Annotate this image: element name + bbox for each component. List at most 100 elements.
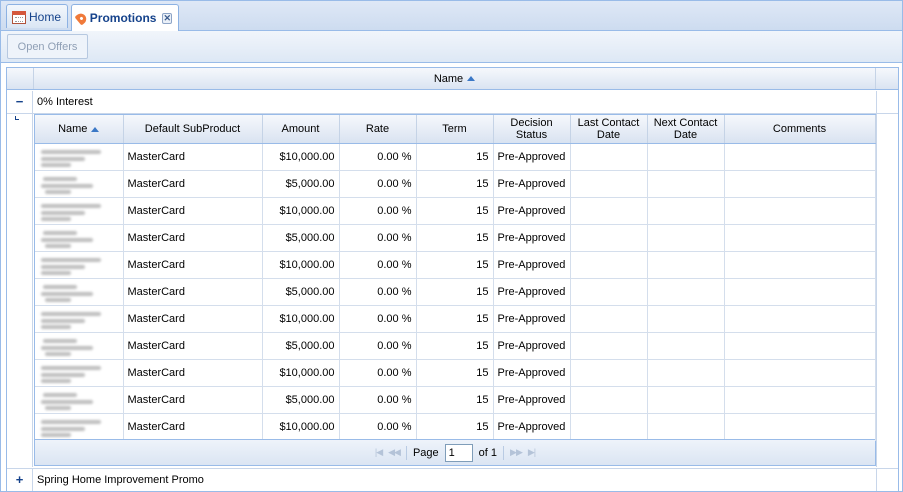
cell-name <box>35 359 124 387</box>
cell-subproduct: MasterCard <box>123 278 263 306</box>
cell-name <box>35 332 124 360</box>
offers-grid: Name Default SubProduct Amount Rate Term… <box>34 114 876 466</box>
cell-amount: $10,000.00 <box>262 251 340 279</box>
cell-last <box>570 251 648 279</box>
previous-page-icon[interactable]: ◀◀ <box>388 447 401 458</box>
next-page-icon[interactable]: ▶▶ <box>510 447 523 458</box>
cell-amount: $5,000.00 <box>262 386 340 414</box>
cell-term: 15 <box>416 170 494 198</box>
table-row[interactable]: MasterCard $5,000.00 0.00 % 15 Pre-Approved <box>35 386 876 414</box>
cell-rate: 0.00 % <box>339 386 417 414</box>
cell-status: Pre-Approved <box>493 278 571 306</box>
cell-last <box>570 332 648 360</box>
cell-next <box>647 170 725 198</box>
redacted-name <box>39 281 121 303</box>
expand-icon[interactable]: + <box>7 469 33 491</box>
cell-term: 15 <box>416 224 494 252</box>
cell-next <box>647 386 725 414</box>
column-header-term[interactable]: Term <box>416 115 494 144</box>
toolbar: Open Offers <box>1 31 902 63</box>
column-header-decision-status[interactable]: Decision Status <box>493 115 571 144</box>
cell-next <box>647 143 725 171</box>
table-row[interactable]: MasterCard $10,000.00 0.00 % 15 Pre-Approved <box>35 251 876 279</box>
cell-last <box>570 359 648 387</box>
cell-next <box>647 332 725 360</box>
table-row[interactable]: MasterCard $10,000.00 0.00 % 15 Pre-Approved <box>35 197 876 225</box>
cell-term: 15 <box>416 332 494 360</box>
promotions-grid: Name − 0% Interest Name Default SubProdu… <box>6 67 899 492</box>
cell-next <box>647 305 725 333</box>
cell-status: Pre-Approved <box>493 386 571 414</box>
offers-table: Name Default SubProduct Amount Rate Term… <box>35 115 876 441</box>
cell-subproduct: MasterCard <box>123 143 263 171</box>
cell-subproduct: MasterCard <box>123 251 263 279</box>
cell-status: Pre-Approved <box>493 251 571 279</box>
nested-indicator-icon <box>15 116 19 120</box>
cell-rate: 0.00 % <box>339 305 417 333</box>
promotions-grid-header: Name <box>7 68 898 90</box>
redacted-name <box>39 389 121 411</box>
column-header-rate[interactable]: Rate <box>339 115 417 144</box>
cell-subproduct: MasterCard <box>123 170 263 198</box>
cell-last <box>570 170 648 198</box>
redacted-name <box>39 146 121 168</box>
first-page-icon[interactable]: |◀ <box>375 447 383 458</box>
detail-right-gutter <box>876 114 898 467</box>
group-row-spring-home-improvement[interactable]: + Spring Home Improvement Promo <box>7 468 898 491</box>
cell-amount: $10,000.00 <box>262 413 340 441</box>
collapse-icon[interactable]: − <box>7 91 33 113</box>
column-header-last-contact-date[interactable]: Last Contact Date <box>570 115 648 144</box>
redacted-name <box>39 362 121 384</box>
cell-name <box>35 413 124 441</box>
tag-icon <box>74 10 89 26</box>
column-header-next-contact-date[interactable]: Next Contact Date <box>647 115 725 144</box>
cell-subproduct: MasterCard <box>123 224 263 252</box>
offers-header-row: Name Default SubProduct Amount Rate Term… <box>35 115 876 144</box>
cell-name <box>35 170 124 198</box>
open-offers-button[interactable]: Open Offers <box>7 34 88 59</box>
cell-comments <box>724 386 876 414</box>
tab-home[interactable]: Home <box>6 4 68 28</box>
table-row[interactable]: MasterCard $10,000.00 0.00 % 15 Pre-Approved <box>35 143 876 171</box>
cell-subproduct: MasterCard <box>123 359 263 387</box>
table-row[interactable]: MasterCard $10,000.00 0.00 % 15 Pre-Approved <box>35 305 876 333</box>
column-header-amount[interactable]: Amount <box>262 115 340 144</box>
close-tab-icon[interactable]: ✕ <box>162 12 172 24</box>
column-header-comments[interactable]: Comments <box>724 115 876 144</box>
cell-next <box>647 251 725 279</box>
table-row[interactable]: MasterCard $5,000.00 0.00 % 15 Pre-Approved <box>35 224 876 252</box>
cell-comments <box>724 332 876 360</box>
cell-rate: 0.00 % <box>339 278 417 306</box>
cell-comments <box>724 251 876 279</box>
cell-status: Pre-Approved <box>493 143 571 171</box>
page-number-input[interactable] <box>444 443 473 462</box>
cell-rate: 0.00 % <box>339 359 417 387</box>
cell-next <box>647 197 725 225</box>
table-row[interactable]: MasterCard $10,000.00 0.00 % 15 Pre-Approved <box>35 359 876 387</box>
tab-promotions-label: Promotions <box>89 11 157 25</box>
column-header-name[interactable]: Name <box>35 115 124 144</box>
last-page-icon[interactable]: ▶| <box>528 447 536 458</box>
cell-status: Pre-Approved <box>493 332 571 360</box>
cell-name <box>35 224 124 252</box>
detail-gutter <box>7 114 33 467</box>
redacted-name <box>39 335 121 357</box>
table-row[interactable]: MasterCard $5,000.00 0.00 % 15 Pre-Approved <box>35 170 876 198</box>
cell-term: 15 <box>416 278 494 306</box>
tab-promotions[interactable]: Promotions ✕ <box>71 4 179 31</box>
redacted-name <box>39 200 121 222</box>
column-header-name[interactable]: Name <box>34 68 876 89</box>
table-row[interactable]: MasterCard $5,000.00 0.00 % 15 Pre-Approved <box>35 332 876 360</box>
group-row-0-interest[interactable]: − 0% Interest <box>7 91 898 114</box>
cell-comments <box>724 170 876 198</box>
cell-status: Pre-Approved <box>493 170 571 198</box>
cell-next <box>647 278 725 306</box>
pagination-bar: |◀ ◀◀ Page of 1 ▶▶ ▶| <box>35 439 875 465</box>
column-header-default-subproduct[interactable]: Default SubProduct <box>123 115 263 144</box>
cell-term: 15 <box>416 305 494 333</box>
table-row[interactable]: MasterCard $5,000.00 0.00 % 15 Pre-Approved <box>35 278 876 306</box>
cell-amount: $10,000.00 <box>262 305 340 333</box>
cell-term: 15 <box>416 197 494 225</box>
expander-column-header <box>7 68 34 89</box>
table-row[interactable]: MasterCard $10,000.00 0.00 % 15 Pre-Approved <box>35 413 876 441</box>
